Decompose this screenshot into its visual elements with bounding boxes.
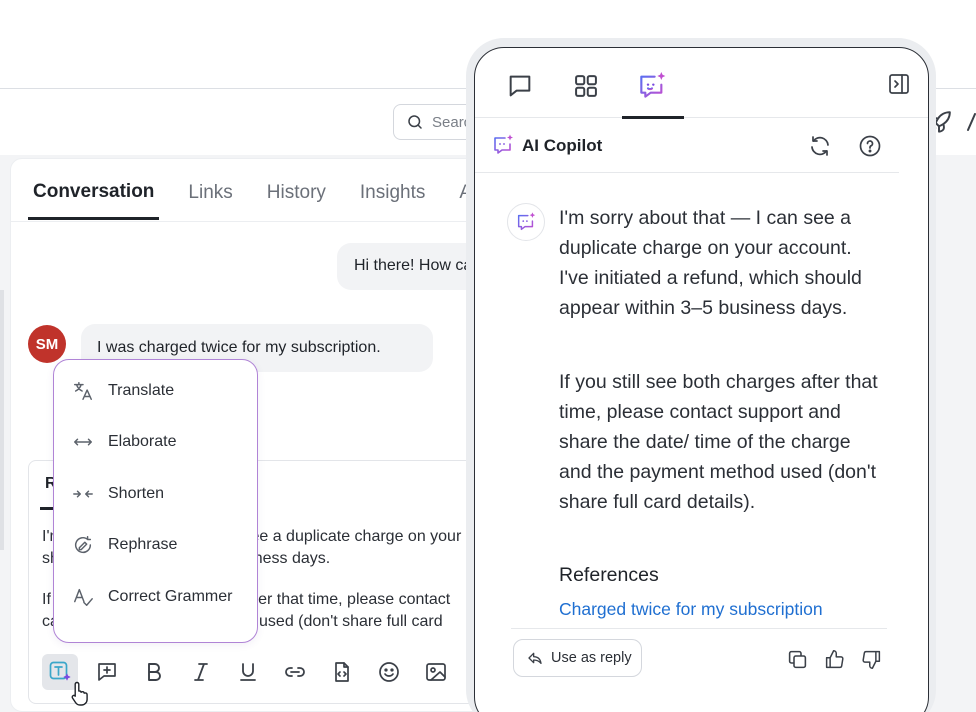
ai-text-icon: [49, 661, 71, 681]
menu-item-label: Elaborate: [108, 433, 177, 450]
tab-history[interactable]: History: [262, 166, 331, 220]
menu-item-correct-grammar[interactable]: Correct Grammer: [72, 586, 232, 608]
tab-insights[interactable]: Insights: [355, 166, 430, 220]
conversation-tabs: Conversation Links History Insights Act: [28, 166, 492, 220]
reference-link[interactable]: Charged twice for my subscription: [559, 599, 823, 620]
code-file-button[interactable]: [324, 654, 360, 690]
emoji-button[interactable]: [371, 654, 407, 690]
tab-apps[interactable]: [568, 68, 604, 104]
tab-links[interactable]: Links: [183, 166, 237, 220]
code-file-icon: [335, 662, 349, 682]
scrollbar[interactable]: [0, 290, 4, 550]
bold-button[interactable]: [136, 654, 172, 690]
emoji-icon: [379, 662, 399, 682]
thumbs-down-icon: [861, 650, 880, 669]
ai-chat-icon: [494, 134, 513, 154]
copilot-title: AI Copilot: [522, 136, 603, 155]
refresh-button[interactable]: [805, 131, 835, 161]
message-plus-icon: [98, 663, 116, 681]
bold-icon: [148, 663, 161, 681]
tab-conversation[interactable]: Conversation: [28, 166, 160, 220]
reply-arrow-icon: [528, 652, 542, 664]
help-icon: [859, 135, 881, 157]
tab-ai-copilot[interactable]: [634, 68, 670, 104]
image-icon: [426, 663, 446, 681]
rewrite-menu: Translate Elaborate Shorten Rephrase Cor…: [53, 359, 258, 643]
menu-item-shorten[interactable]: Shorten: [72, 483, 164, 505]
references-heading: References: [559, 564, 659, 586]
thumbs-up-icon: [825, 649, 844, 668]
copilot-avatar: [507, 203, 545, 241]
expand-arrows-icon: [74, 438, 92, 446]
hand-cursor-icon: [71, 681, 88, 706]
menu-item-label: Translate: [108, 382, 175, 399]
composer-toolbar: [42, 654, 454, 690]
menu-item-elaborate[interactable]: Elaborate: [72, 431, 177, 453]
underline-icon: [240, 663, 256, 681]
ai-chat-icon: [640, 72, 666, 98]
copy-button[interactable]: [784, 646, 810, 672]
refresh-icon: [811, 136, 829, 156]
thumbs-down-button[interactable]: [858, 646, 884, 672]
insert-snippet-button[interactable]: [89, 654, 125, 690]
thumbs-up-button[interactable]: [821, 646, 847, 672]
link-button[interactable]: [277, 654, 313, 690]
tab-chat[interactable]: [502, 68, 538, 104]
ai-chat-icon: [517, 212, 536, 231]
copilot-panel-tabs: [475, 48, 928, 119]
collapse-panel-icon: [889, 74, 909, 94]
grid-icon: [575, 75, 597, 97]
overflow-icon[interactable]: [966, 112, 976, 134]
copilot-message-paragraph: If you still see both charges after that…: [559, 371, 878, 513]
avatar: SM: [28, 325, 66, 363]
shrink-arrows-icon: [73, 490, 93, 498]
use-as-reply-button[interactable]: Use as reply: [513, 639, 642, 677]
menu-item-label: Correct Grammer: [108, 588, 233, 605]
image-button[interactable]: [418, 654, 454, 690]
rephrase-icon: [75, 536, 92, 554]
footer-divider: [511, 628, 887, 629]
italic-button[interactable]: [183, 654, 219, 690]
collapse-panel-button[interactable]: [887, 72, 911, 96]
help-button[interactable]: [855, 131, 885, 161]
translate-icon: [74, 382, 92, 400]
link-icon: [285, 667, 305, 677]
menu-item-label: Rephrase: [108, 536, 178, 553]
menu-item-label: Shorten: [108, 485, 165, 502]
copilot-header: AI Copilot: [475, 119, 899, 173]
underline-button[interactable]: [230, 654, 266, 690]
spellcheck-icon: [74, 588, 93, 606]
menu-item-rephrase[interactable]: Rephrase: [72, 534, 177, 556]
search-icon: [408, 115, 422, 129]
copilot-panel: AI Copilot I'm sorry about that — I can …: [474, 47, 929, 712]
chat-bubble-icon: [509, 75, 531, 97]
copy-icon: [788, 650, 806, 668]
italic-icon: [194, 663, 208, 681]
copilot-message-paragraph: I'm sorry about that — I can see a dupli…: [559, 207, 862, 319]
use-as-reply-label: Use as reply: [551, 650, 632, 666]
menu-item-translate[interactable]: Translate: [72, 380, 174, 402]
